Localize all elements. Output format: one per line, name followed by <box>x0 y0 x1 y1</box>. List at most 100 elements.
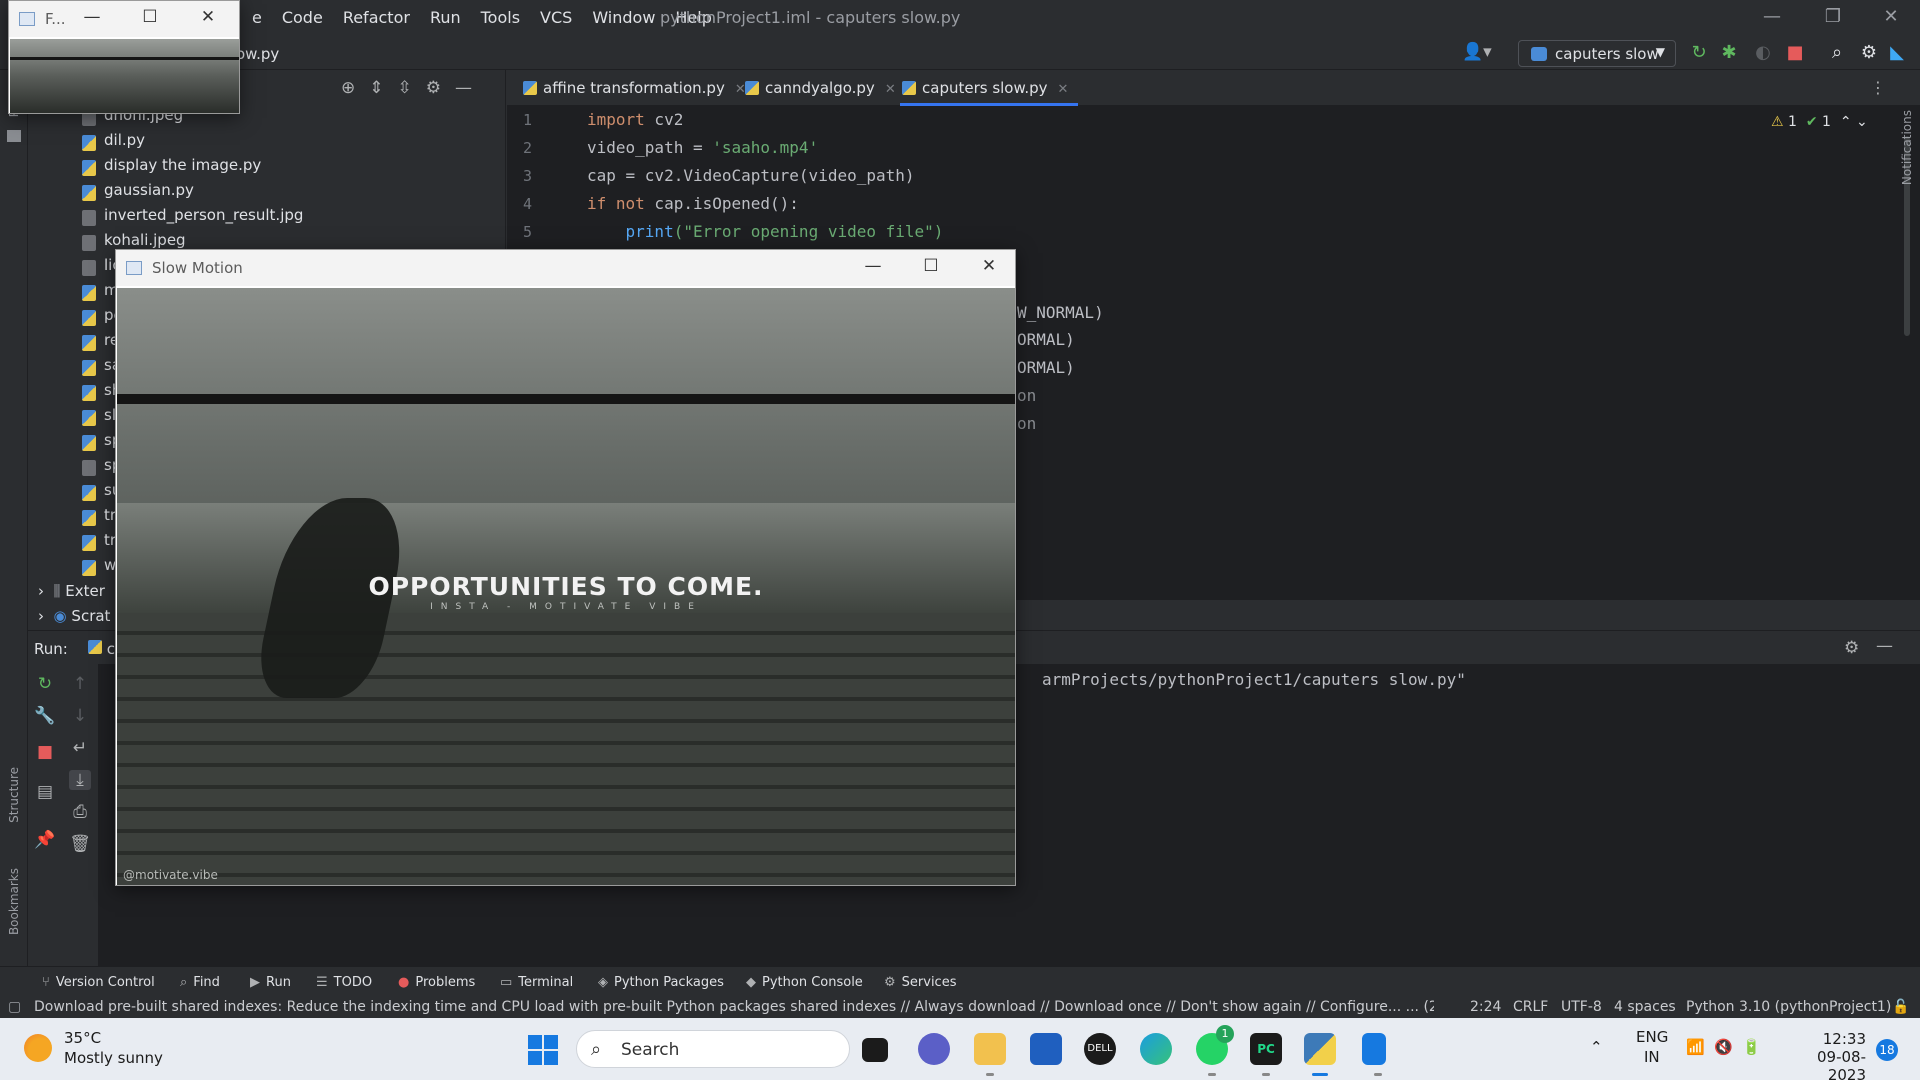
code-line-3[interactable]: cap = cv2.VideoCapture(video_path) <box>587 166 915 185</box>
tab-run[interactable]: ▶ Run <box>250 975 291 990</box>
user-icon[interactable]: 👤▾ <box>1462 42 1492 62</box>
hide-run-panel-icon[interactable]: — <box>1876 636 1893 656</box>
tab-affine-transformation[interactable]: affine transformation.py ✕ <box>521 70 746 106</box>
scratches-node[interactable]: › ◉ Scrat <box>38 607 110 625</box>
chevron-up-icon[interactable]: ⌃ <box>1840 114 1852 130</box>
maximize-button[interactable]: ☐ <box>916 256 946 276</box>
file-item[interactable]: inverted_person_result.jpg <box>82 206 303 231</box>
tab-todo[interactable]: ☰ TODO <box>316 975 372 990</box>
slow-motion-window[interactable]: Slow Motion — ☐ ✕ OPPORTUNITIES TO COME.… <box>115 249 1016 886</box>
bookmarks-tool-label[interactable]: Bookmarks <box>7 868 21 935</box>
language-indicator[interactable]: ENG <box>1636 1028 1668 1046</box>
rerun-icon[interactable]: ↻ <box>1688 42 1710 63</box>
tab-python-packages[interactable]: ◈ Python Packages <box>598 975 724 990</box>
structure-tool-label[interactable]: Structure <box>7 767 21 823</box>
close-tab-icon[interactable]: ✕ <box>885 82 896 97</box>
breadcrumb[interactable]: ow.py <box>236 45 279 63</box>
file-item[interactable]: gaussian.py <box>82 181 303 206</box>
python-app-icon[interactable] <box>1304 1033 1336 1076</box>
stop-icon[interactable]: ■ <box>1784 42 1806 63</box>
pycharm-icon[interactable]: PC <box>1250 1033 1282 1076</box>
soft-wrap-icon[interactable]: ↵ <box>69 738 91 758</box>
menu-run[interactable]: Run <box>420 8 471 27</box>
debug-icon[interactable]: ✱ <box>1718 42 1740 63</box>
menu-file-partial[interactable]: e <box>242 8 272 27</box>
menu-window[interactable]: Window <box>582 8 665 27</box>
notification-count-badge[interactable]: 18 <box>1876 1039 1898 1061</box>
pin-icon[interactable]: 📌 <box>34 830 56 850</box>
menu-refactor[interactable]: Refactor <box>333 8 420 27</box>
menu-code[interactable]: Code <box>272 8 333 27</box>
chevron-down-icon[interactable]: ⌄ <box>1856 114 1868 130</box>
code-line-1[interactable]: import cv2 <box>587 110 683 129</box>
external-libraries-node[interactable]: › ⫼ Exter <box>38 582 105 600</box>
caret-position[interactable]: 2:24 <box>1470 999 1501 1015</box>
tab-services[interactable]: ⚙ Services <box>884 975 956 990</box>
restore-button[interactable]: ❐ <box>1818 6 1848 27</box>
line-ending[interactable]: CRLF <box>1513 999 1548 1015</box>
edge-browser-icon[interactable] <box>1140 1033 1172 1065</box>
close-button[interactable]: ✕ <box>193 7 223 27</box>
minimize-button[interactable]: — <box>77 7 107 27</box>
tab-canndyalgo[interactable]: canndyalgo.py ✕ <box>743 70 896 106</box>
close-button[interactable]: ✕ <box>974 256 1004 276</box>
locate-icon[interactable]: ⊕ <box>341 78 355 98</box>
stop-icon[interactable]: ■ <box>34 742 56 762</box>
minimize-button[interactable]: — <box>858 256 888 276</box>
print-icon[interactable]: ⎙ <box>69 802 91 822</box>
tab-python-console[interactable]: ◆ Python Console <box>746 975 863 990</box>
wrench-icon[interactable]: 🔧 <box>34 706 56 726</box>
run-configuration-select[interactable]: caputers slow ▼ <box>1518 40 1676 67</box>
tab-find[interactable]: ⌕ Find <box>180 975 220 990</box>
menu-tools[interactable]: Tools <box>471 8 530 27</box>
run-tab[interactable]: c <box>88 640 115 658</box>
close-button[interactable]: ✕ <box>1876 6 1906 27</box>
panel-toggle-icon[interactable]: ▢ <box>8 999 21 1015</box>
settings-gear-icon[interactable]: ⚙ <box>1858 42 1880 63</box>
arrow-down-icon[interactable]: ↓ <box>69 706 91 726</box>
close-tab-icon[interactable]: ✕ <box>1058 82 1069 97</box>
frame-window[interactable]: F... — ☐ ✕ <box>8 0 240 114</box>
more-tabs-icon[interactable]: ⋮ <box>1870 78 1886 97</box>
file-item[interactable]: dil.py <box>82 131 303 156</box>
code-line-2[interactable]: video_path = 'saaho.mp4' <box>587 138 818 157</box>
microsoft-store-icon[interactable] <box>1030 1033 1062 1065</box>
run-settings-gear-icon[interactable]: ⚙ <box>1844 638 1859 658</box>
tab-problems[interactable]: ● Problems <box>398 975 475 990</box>
maximize-button[interactable]: ☐ <box>135 7 165 27</box>
slow-motion-title-bar[interactable]: Slow Motion — ☐ ✕ <box>116 250 1015 286</box>
arrow-up-icon[interactable]: ↑ <box>69 674 91 694</box>
task-view-icon[interactable] <box>862 1038 888 1062</box>
expand-all-icon[interactable]: ⇕ <box>369 78 383 98</box>
battery-icon[interactable]: 🔋 <box>1742 1038 1761 1056</box>
collapse-all-icon[interactable]: ⇳ <box>398 78 412 98</box>
tab-version-control[interactable]: ⑂ Version Control <box>42 975 155 990</box>
taskbar-search[interactable]: ⌕ Search <box>576 1030 850 1068</box>
indentation[interactable]: 4 spaces <box>1614 999 1676 1015</box>
file-explorer-icon[interactable] <box>974 1033 1006 1076</box>
notepad-icon[interactable] <box>1362 1033 1386 1076</box>
windows-start-icon[interactable] <box>528 1035 558 1065</box>
inspection-widget[interactable]: ⚠ 1 ✔ 1 ⌃ ⌄ <box>1771 114 1868 130</box>
menu-vcs[interactable]: VCS <box>530 8 582 27</box>
folder-icon[interactable] <box>7 130 21 142</box>
code-line-5[interactable]: print("Error opening video file") <box>587 222 944 241</box>
tab-terminal[interactable]: ▭ Terminal <box>500 975 573 990</box>
tab-caputers-slow[interactable]: caputers slow.py ✕ <box>900 70 1079 106</box>
dell-icon[interactable]: DELL <box>1084 1033 1116 1065</box>
file-item[interactable]: display the image.py <box>82 156 303 181</box>
options-gear-icon[interactable]: ⚙ <box>426 78 441 98</box>
coverage-icon[interactable]: ◐ <box>1752 42 1774 63</box>
frame-title-bar[interactable]: F... — ☐ ✕ <box>9 1 239 37</box>
rerun-icon[interactable]: ↻ <box>34 674 56 694</box>
search-icon[interactable]: ⌕ <box>1826 42 1848 63</box>
region-indicator[interactable]: IN <box>1644 1048 1660 1066</box>
trash-icon[interactable]: 🗑 <box>69 834 91 854</box>
scroll-to-end-icon[interactable]: ⤓ <box>69 770 91 790</box>
hide-panel-icon[interactable]: — <box>455 78 472 98</box>
wifi-icon[interactable]: 📶 <box>1686 1038 1705 1056</box>
mute-icon[interactable]: 🔇 <box>1714 1038 1733 1056</box>
whatsapp-icon[interactable]: 1 <box>1196 1025 1234 1076</box>
jetbrains-ai-icon[interactable]: ◣ <box>1886 42 1908 63</box>
chevron-up-icon[interactable]: ⌃ <box>1590 1038 1603 1056</box>
